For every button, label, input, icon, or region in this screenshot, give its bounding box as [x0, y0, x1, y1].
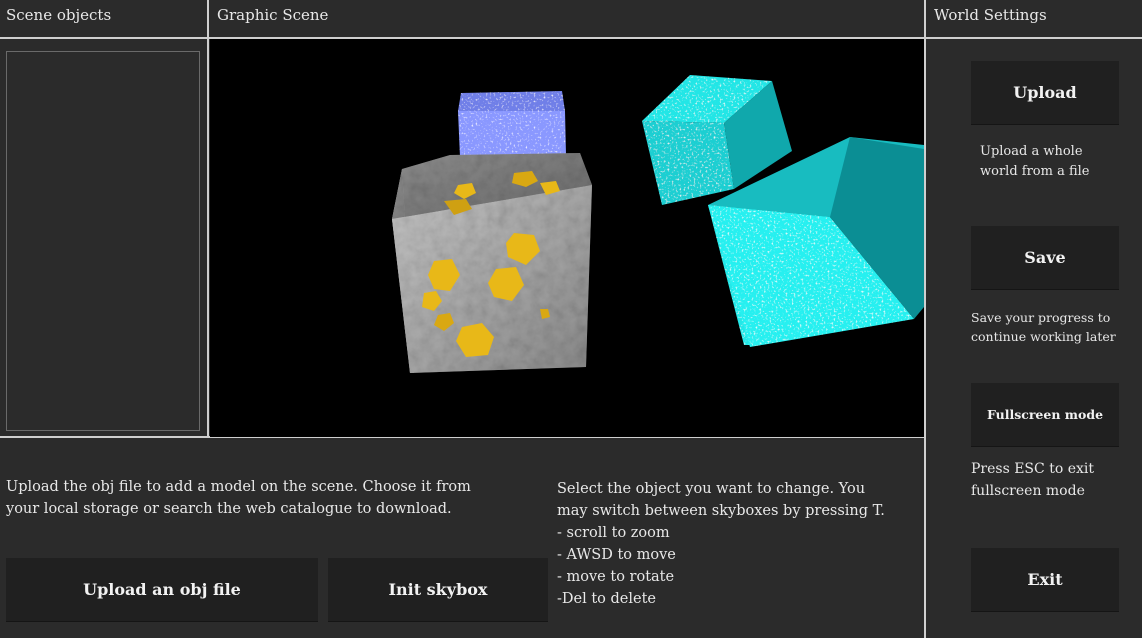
fullscreen-button[interactable]: Fullscreen mode [971, 383, 1119, 447]
save-button[interactable]: Save [971, 226, 1119, 290]
exit-button[interactable]: Exit [971, 548, 1119, 612]
graphic-scene-viewport[interactable] [210, 39, 924, 437]
scene-canvas [392, 75, 924, 373]
upload-help-text: Upload the obj file to add a model on th… [6, 479, 471, 517]
blue-ice-cube [458, 91, 566, 157]
fullscreen-desc: Press ESC to exit fullscreen mode [971, 461, 1094, 499]
world-settings-title: World Settings [934, 6, 1047, 24]
scene-objects-list[interactable] [6, 51, 200, 431]
left-divider [207, 0, 209, 437]
upload-obj-button[interactable]: Upload an obj file [6, 558, 318, 622]
upload-world-desc: Upload a whole world from a file [980, 144, 1090, 179]
init-skybox-button[interactable]: Init skybox [328, 558, 548, 622]
right-divider [924, 0, 926, 638]
gold-ore-cube [392, 153, 592, 373]
scene-objects-title: Scene objects [6, 6, 112, 24]
save-desc: Save your progress to continue working l… [971, 310, 1116, 344]
upload-world-button[interactable]: Upload [971, 61, 1119, 125]
controls-help-text: Select the object you want to change. Yo… [557, 481, 885, 607]
graphic-scene-title: Graphic Scene [217, 6, 329, 24]
